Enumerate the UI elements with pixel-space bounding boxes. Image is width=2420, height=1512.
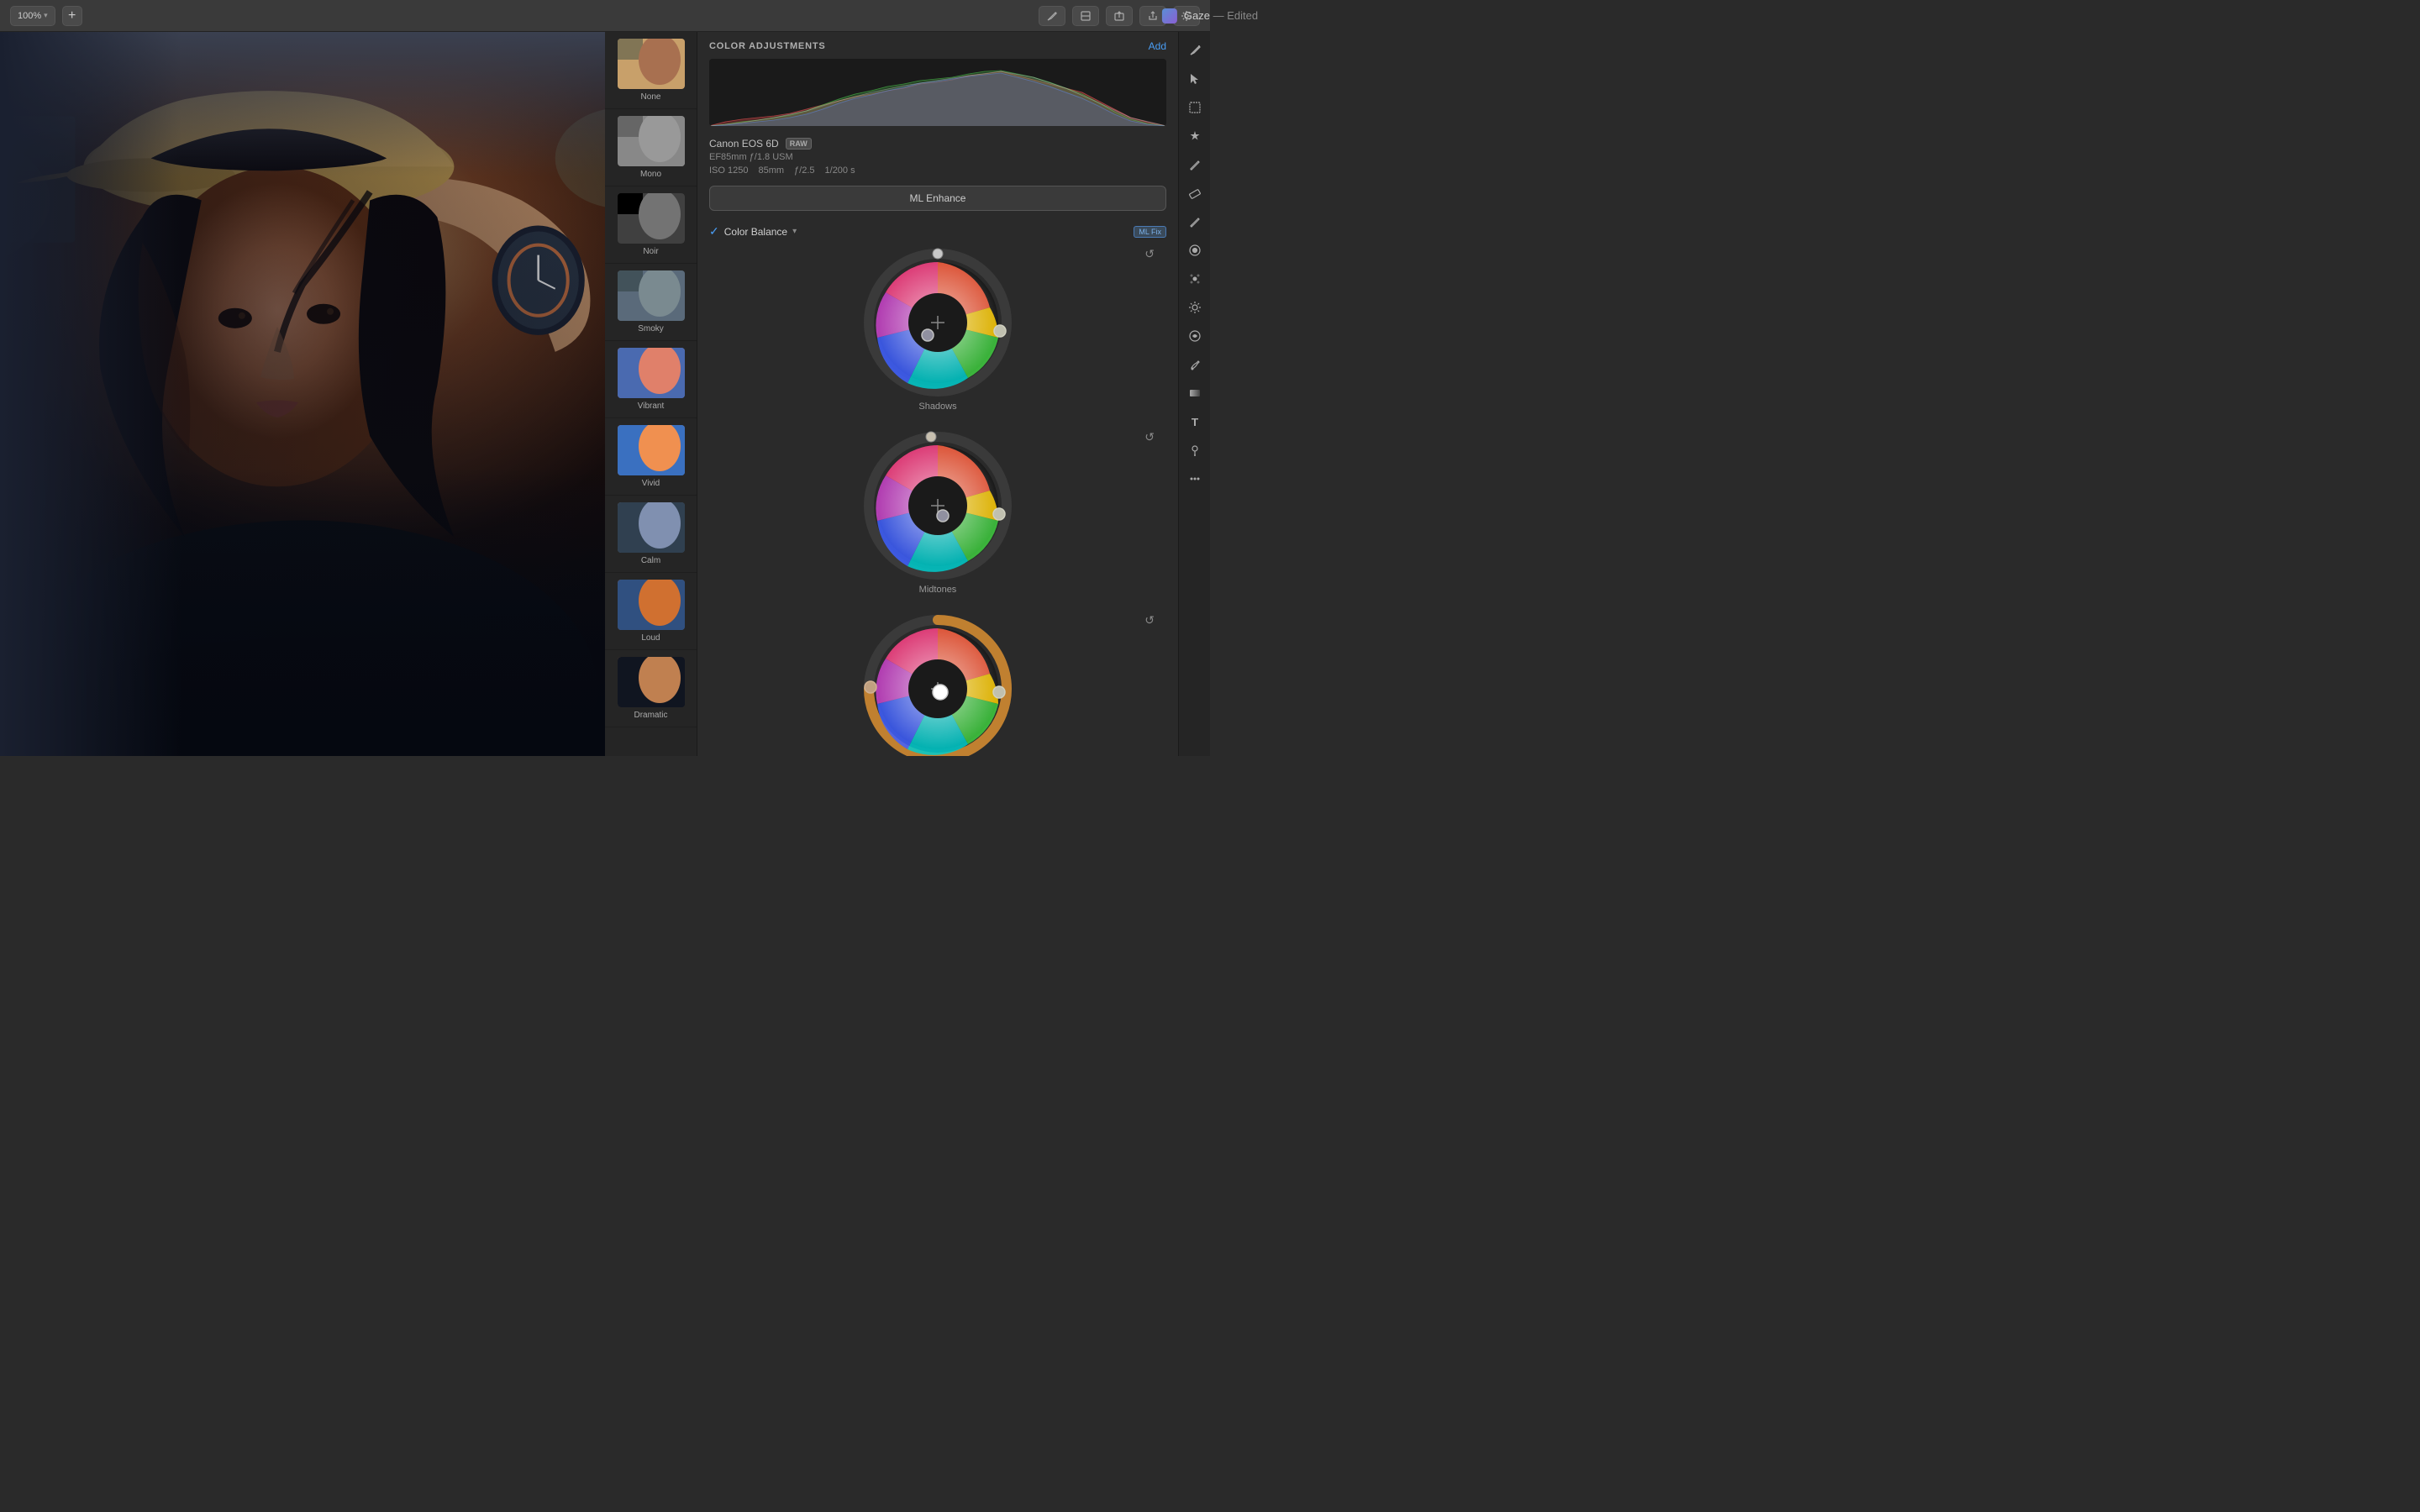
cursor-icon[interactable]: [1183, 67, 1207, 91]
highlights-wheel-container[interactable]: [862, 613, 1013, 756]
midtones-reset[interactable]: ↺: [1144, 430, 1155, 444]
eraser-icon[interactable]: [1183, 181, 1207, 205]
preset-label-calm: Calm: [641, 556, 660, 565]
star-icon[interactable]: [1183, 124, 1207, 148]
color-balance-check: ✓: [709, 224, 719, 239]
sun-icon[interactable]: [1183, 296, 1207, 319]
ml-enhance-button[interactable]: ML Enhance: [709, 186, 1166, 211]
radial-icon[interactable]: [1183, 239, 1207, 262]
histogram-container: [709, 59, 1166, 126]
preset-thumb-vivid: [618, 425, 685, 475]
preset-dramatic[interactable]: Dramatic: [605, 650, 697, 727]
shadows-reset[interactable]: ↺: [1144, 247, 1155, 261]
shadows-section: ↺: [697, 244, 1178, 427]
photo-background: [0, 32, 605, 756]
color-balance-header: ✓ Color Balance ▾ ML Fix: [697, 219, 1178, 244]
camera-settings: ISO 1250 85mm ƒ/2.5 1/200 s: [709, 165, 1166, 176]
type-icon[interactable]: [1183, 410, 1207, 433]
main-content: None Mono Noir Smoky: [0, 32, 1210, 756]
camera-lens: EF85mm ƒ/1.8 USM: [709, 152, 1166, 162]
preset-vibrant[interactable]: Vibrant: [605, 341, 697, 418]
camera-info: Canon EOS 6D RAW EF85mm ƒ/1.8 USM ISO 12…: [697, 133, 1178, 182]
iso-value: ISO 1250: [709, 165, 748, 176]
brush-icon[interactable]: [1183, 153, 1207, 176]
midtones-wheel-container[interactable]: [862, 430, 1013, 581]
add-adjustment-link[interactable]: Add: [1149, 40, 1166, 52]
highlights-section: ↺: [697, 610, 1178, 756]
preset-thumb-none: [618, 39, 685, 89]
circle-adjust-icon[interactable]: [1183, 324, 1207, 348]
panel-title: COLOR ADJUSTMENTS: [709, 41, 825, 51]
titlebar-left: 100% ▾ +: [10, 6, 82, 26]
presets-strip: None Mono Noir Smoky: [605, 32, 697, 756]
preset-thumb-mono: [618, 116, 685, 166]
photo-area: [0, 32, 605, 756]
preset-calm[interactable]: Calm: [605, 496, 697, 573]
preset-label-none: None: [641, 92, 661, 102]
color-balance-label: Color Balance: [724, 226, 787, 238]
photo-overlay: [0, 32, 605, 756]
preset-thumb-smoky: [618, 270, 685, 321]
pencil-icon[interactable]: [1183, 210, 1207, 234]
titlebar-center: Gaze — Edited: [1162, 8, 1258, 24]
preset-none[interactable]: None: [605, 32, 697, 109]
aperture-value: ƒ/2.5: [794, 165, 814, 176]
focal-value: 85mm: [758, 165, 784, 176]
titlebar: 100% ▾ + Gaze — Edited: [0, 0, 1210, 32]
preset-loud[interactable]: Loud: [605, 573, 697, 650]
tool-strip: [1178, 32, 1210, 756]
midtones-label: Midtones: [709, 585, 1166, 595]
preset-label-loud: Loud: [641, 633, 660, 643]
preset-thumb-loud: [618, 580, 685, 630]
app-icon: [1162, 8, 1177, 24]
shadows-wheel-container[interactable]: [862, 247, 1013, 398]
color-balance-chevron[interactable]: ▾: [792, 227, 797, 236]
preset-thumb-vibrant: [618, 348, 685, 398]
preset-label-noir: Noir: [643, 247, 658, 256]
adjustments-panel: COLOR ADJUSTMENTS Add: [697, 32, 1178, 756]
zoom-level: 100%: [18, 11, 41, 21]
highlights-reset[interactable]: ↺: [1144, 613, 1155, 627]
camera-model-row: Canon EOS 6D RAW: [709, 138, 1166, 150]
shutter-value: 1/200 s: [825, 165, 855, 176]
more-icon[interactable]: [1183, 467, 1207, 491]
preset-label-vibrant: Vibrant: [638, 402, 665, 411]
paint-icon[interactable]: [1183, 353, 1207, 376]
preset-thumb-dramatic: [618, 657, 685, 707]
zoom-control[interactable]: 100% ▾: [10, 6, 55, 26]
add-button[interactable]: +: [62, 6, 82, 26]
preset-noir[interactable]: Noir: [605, 186, 697, 264]
marquee-icon[interactable]: [1183, 96, 1207, 119]
camera-name: Canon EOS 6D: [709, 138, 779, 150]
preset-thumb-calm: [618, 502, 685, 553]
raw-badge: RAW: [786, 138, 812, 150]
app-title: Gaze — Edited: [1184, 9, 1258, 22]
shadows-label: Shadows: [709, 402, 1166, 412]
preset-vivid[interactable]: Vivid: [605, 418, 697, 496]
ml-fix-badge[interactable]: ML Fix: [1134, 226, 1166, 238]
pen-tool-icon[interactable]: [1183, 39, 1207, 62]
panel-header: COLOR ADJUSTMENTS Add: [697, 32, 1178, 59]
pin-icon[interactable]: [1183, 438, 1207, 462]
gradient-icon[interactable]: [1183, 381, 1207, 405]
preset-label-mono: Mono: [640, 170, 661, 179]
export-btn[interactable]: [1106, 6, 1133, 26]
dots-icon[interactable]: [1183, 267, 1207, 291]
preset-label-smoky: Smoky: [638, 324, 664, 333]
midtones-section: ↺: [697, 427, 1178, 610]
pen-tool-btn[interactable]: [1039, 6, 1065, 26]
transform-btn[interactable]: [1072, 6, 1099, 26]
preset-thumb-noir: [618, 193, 685, 244]
preset-mono[interactable]: Mono: [605, 109, 697, 186]
right-sidebar: None Mono Noir Smoky: [605, 32, 1210, 756]
preset-smoky[interactable]: Smoky: [605, 264, 697, 341]
preset-label-vivid: Vivid: [642, 479, 660, 488]
preset-label-dramatic: Dramatic: [634, 711, 667, 720]
